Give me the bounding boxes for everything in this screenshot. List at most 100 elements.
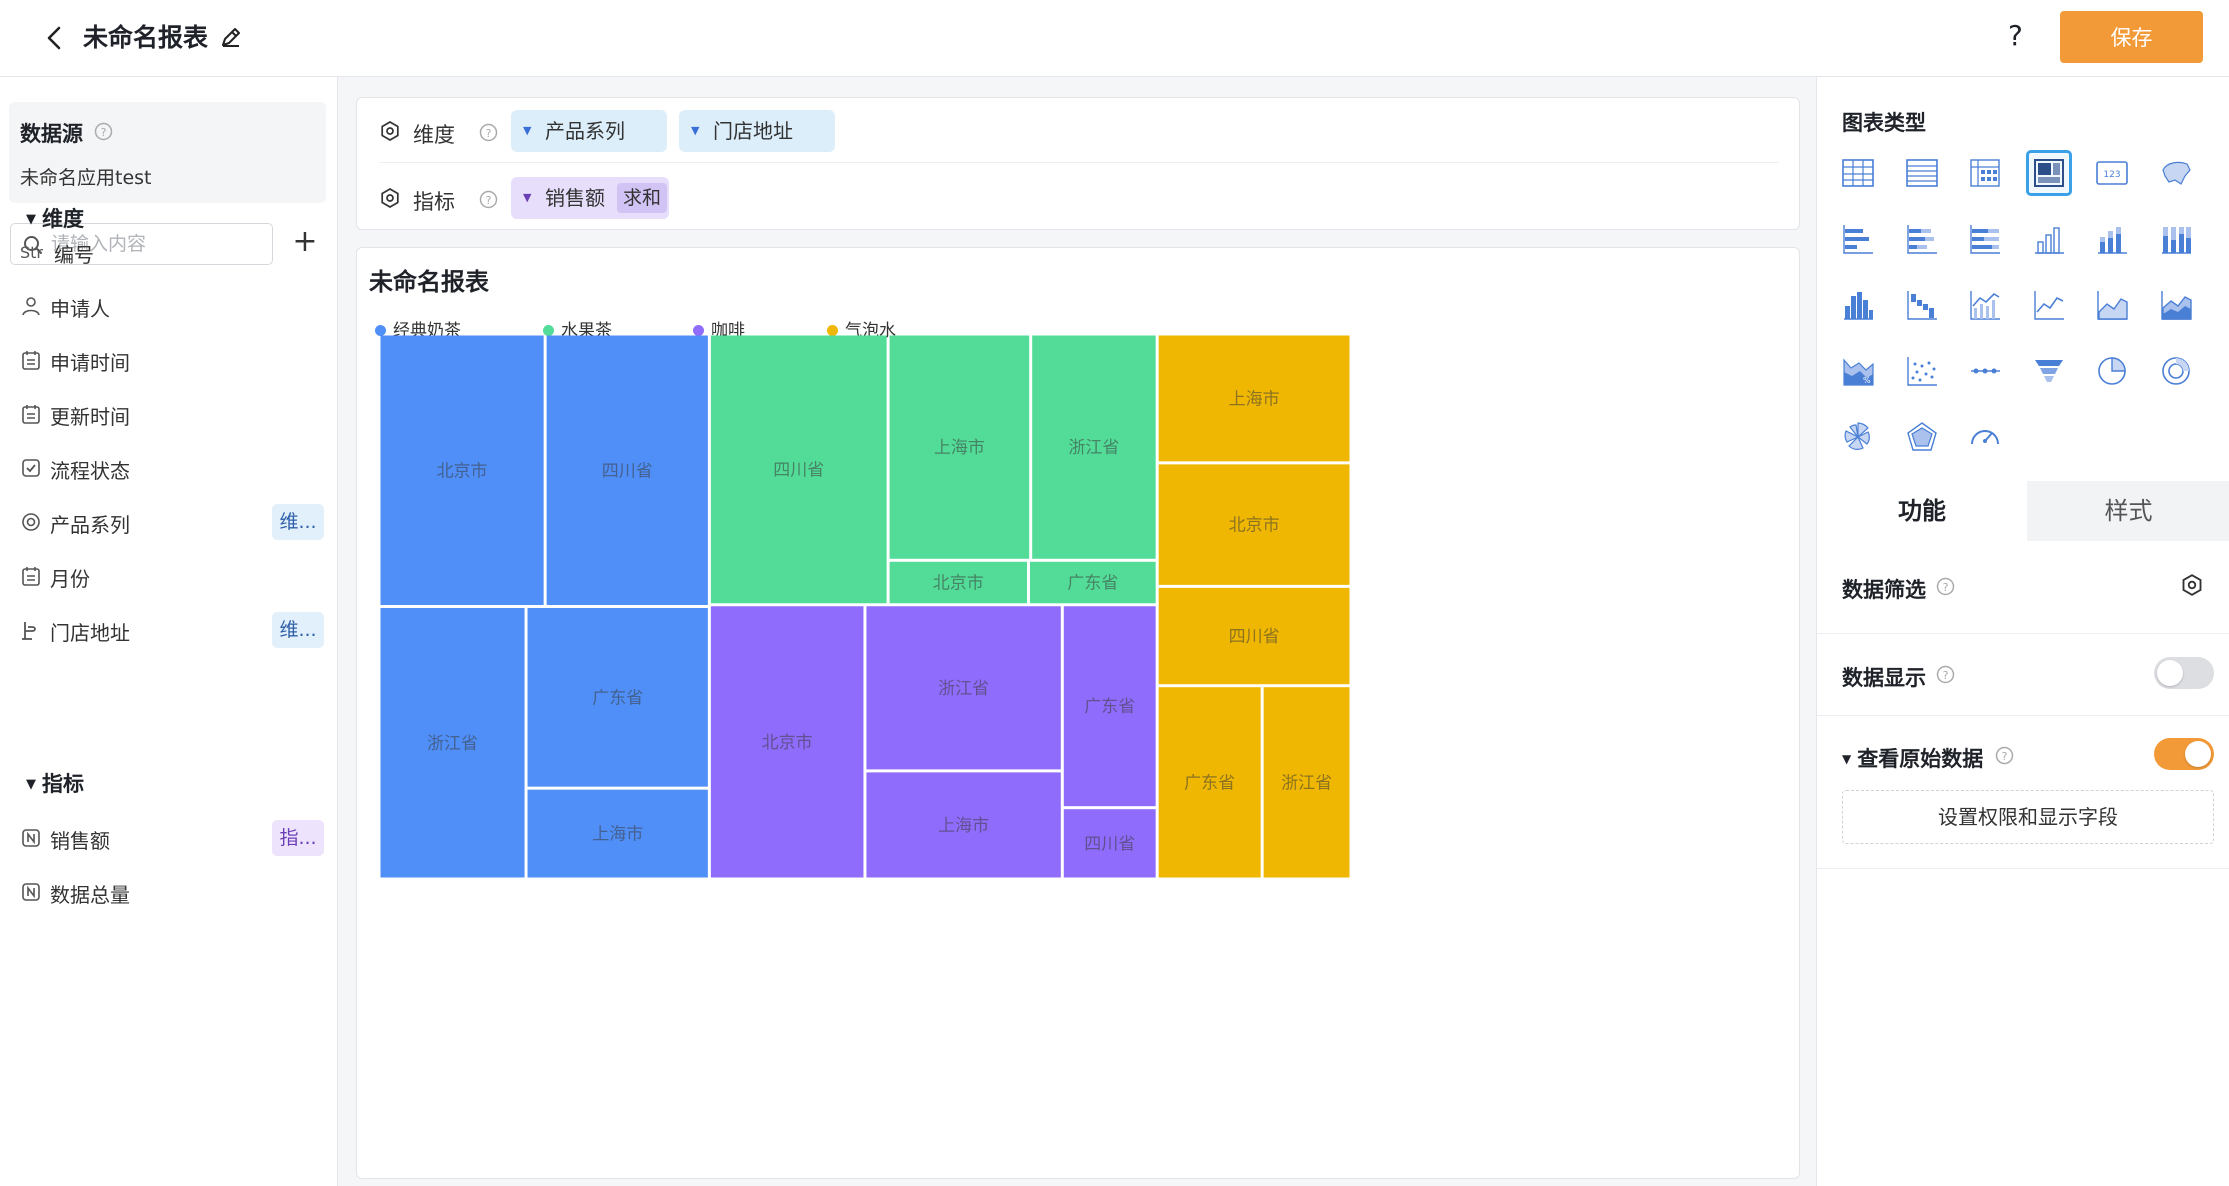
help-circle-icon[interactable]: ? (1936, 665, 1955, 684)
svg-text:?: ? (486, 194, 492, 207)
settings-icon[interactable] (379, 187, 401, 209)
svg-text:123: 123 (2103, 170, 2120, 180)
help-circle-icon[interactable]: ? (479, 123, 498, 142)
divider (1817, 633, 2229, 634)
chart-type-pivot-table-icon[interactable] (1962, 150, 2008, 196)
person-icon (22, 297, 40, 316)
field-item[interactable]: 流程状态 (20, 450, 325, 488)
data-display-toggle[interactable] (2154, 657, 2214, 689)
treemap-cell-label: 四川省 (773, 460, 824, 480)
left-sidebar: 数据源 ? 未命名应用test + ▼维度 Str 编号 申请人 申请时间 更新… (0, 77, 338, 1186)
chart-type-waterfall-icon[interactable] (1899, 282, 1945, 328)
field-item[interactable]: 产品系列 维... (20, 504, 325, 542)
chart-type-bar-h-icon[interactable] (1835, 216, 1881, 262)
field-item[interactable]: 月份 (20, 558, 325, 596)
raw-data-toggle[interactable] (2154, 738, 2214, 770)
back-icon[interactable] (40, 22, 70, 54)
treemap-cell-label: 四川省 (1084, 834, 1135, 854)
settings-icon[interactable] (379, 120, 401, 142)
chart-config-panel: 维度 ? ▼ 产品系列 ▼ 门店地址 指标 ? ▼ 销售额 求和 (356, 97, 1800, 230)
save-button[interactable]: 保存 (2060, 11, 2203, 63)
dimension-chip-store[interactable]: ▼ 门店地址 (679, 110, 835, 152)
chart-type-table-icon[interactable] (1835, 150, 1881, 196)
set-permission-fields-button[interactable]: 设置权限和显示字段 (1842, 790, 2214, 844)
treemap-cell-label: 广东省 (1067, 574, 1118, 594)
chart-type-histogram-icon[interactable] (1835, 282, 1881, 328)
treemap-cell-label: 广东省 (1084, 697, 1135, 717)
help-circle-icon[interactable]: ? (1936, 577, 1955, 596)
chart-type-dot-line-icon[interactable] (1962, 348, 2008, 394)
metric-chip-sales[interactable]: ▼ 销售额 求和 (511, 177, 669, 219)
caret-down-icon: ▼ (523, 124, 532, 137)
data-filter-label: 数据筛选 (1842, 578, 1926, 602)
string-type-icon: Str (20, 243, 44, 262)
chart-type-area-icon[interactable] (2089, 282, 2135, 328)
treemap-cell-label: 浙江省 (1068, 438, 1119, 458)
chart-type-treemap-icon[interactable] (2025, 150, 2072, 196)
chart-type-donut-icon[interactable] (2153, 348, 2199, 394)
help-circle-icon[interactable]: ? (1995, 746, 2014, 765)
tab-style[interactable]: 样式 (2027, 481, 2229, 541)
chart-type-radar-icon[interactable] (1899, 414, 1945, 460)
chart-card: 未命名报表 经典奶茶 水果茶 咖啡 气泡水 北京市 四川省 浙江省 广东省 上海市 四川省… (356, 247, 1800, 1179)
field-label: 申请人 (50, 297, 110, 321)
dimension-group-header[interactable]: ▼ 维度 (26, 203, 84, 233)
chart-type-line-icon[interactable] (2026, 282, 2072, 328)
dimension-tag: 维... (272, 504, 324, 540)
field-item[interactable]: 申请人 (20, 288, 325, 326)
help-icon[interactable]: ? (2008, 18, 2023, 54)
chart-type-funnel-icon[interactable] (2026, 348, 2072, 394)
chart-type-gauge-icon[interactable] (1962, 414, 2008, 460)
field-item[interactable]: 销售额 指... (20, 820, 325, 858)
radio-icon (22, 513, 40, 531)
svg-text:?: ? (1943, 669, 1949, 682)
aggregation-badge[interactable]: 求和 (617, 183, 668, 213)
svg-text:?: ? (1943, 581, 1949, 594)
chart-type-bar-h-stacked-icon[interactable] (1899, 216, 1945, 262)
calendar-icon (22, 405, 40, 424)
treemap-chart: 北京市 四川省浙江省广东省上海市四川省上海市 浙江省北京市 广东省北京市浙江省上海市广… (380, 335, 1350, 878)
treemap-cell-label: 上海市 (938, 816, 989, 836)
field-item[interactable]: 更新时间 (20, 396, 325, 434)
chart-type-detail-table-icon[interactable] (1899, 150, 1945, 196)
field-label: 流程状态 (50, 459, 130, 483)
settings-icon[interactable] (2180, 573, 2204, 597)
chart-type-stacked-area-icon[interactable] (2153, 282, 2199, 328)
dimension-chip-product[interactable]: ▼ 产品系列 (511, 110, 667, 152)
divider (1817, 868, 2229, 869)
chart-type-kpi-card-icon[interactable]: 123 (2089, 150, 2135, 196)
chart-type-column-stacked-icon[interactable] (2089, 216, 2135, 262)
tab-function[interactable]: 功能 (1817, 481, 2027, 541)
help-circle-icon[interactable]: ? (94, 122, 113, 145)
chart-type-column-icon[interactable] (2026, 216, 2072, 262)
metric-config-label: 指标 (413, 190, 455, 214)
svg-text:?: ? (2002, 750, 2008, 763)
chart-type-percent-area-icon[interactable]: % (1835, 348, 1881, 394)
field-item[interactable]: Str 编号 (20, 234, 325, 272)
dimension-config-label: 维度 (413, 123, 455, 147)
metric-group-header[interactable]: ▼ 指标 (26, 768, 84, 798)
chart-type-pie-icon[interactable] (2089, 348, 2135, 394)
chart-type-combo-icon[interactable] (1962, 282, 2008, 328)
field-item[interactable]: 数据总量 (20, 874, 325, 912)
calendar-icon (22, 567, 40, 586)
help-circle-icon[interactable]: ? (479, 190, 498, 209)
field-item[interactable]: 门店地址 维... (20, 612, 325, 650)
chart-type-scatter-icon[interactable] (1899, 348, 1945, 394)
dimension-tag: 维... (272, 612, 324, 648)
chart-type-title: 图表类型 (1842, 111, 1926, 135)
raw-data-header[interactable]: ▼ 查看原始数据 (1842, 743, 1983, 773)
datasource-title: 数据源 (20, 122, 83, 146)
location-icon (22, 622, 36, 640)
chart-type-bar-h-percent-icon[interactable] (1962, 216, 2008, 262)
chart-type-nightingale-icon[interactable] (1835, 414, 1881, 460)
field-label: 门店地址 (50, 621, 130, 645)
field-label: 编号 (54, 243, 94, 267)
edit-pencil-icon[interactable] (218, 24, 244, 50)
chart-type-column-percent-icon[interactable] (2153, 216, 2199, 262)
data-display-label: 数据显示 (1842, 666, 1926, 690)
divider (1817, 715, 2229, 716)
chart-type-map-icon[interactable] (2153, 150, 2199, 196)
field-item[interactable]: 申请时间 (20, 342, 325, 380)
treemap-cell-label: 浙江省 (427, 734, 478, 754)
